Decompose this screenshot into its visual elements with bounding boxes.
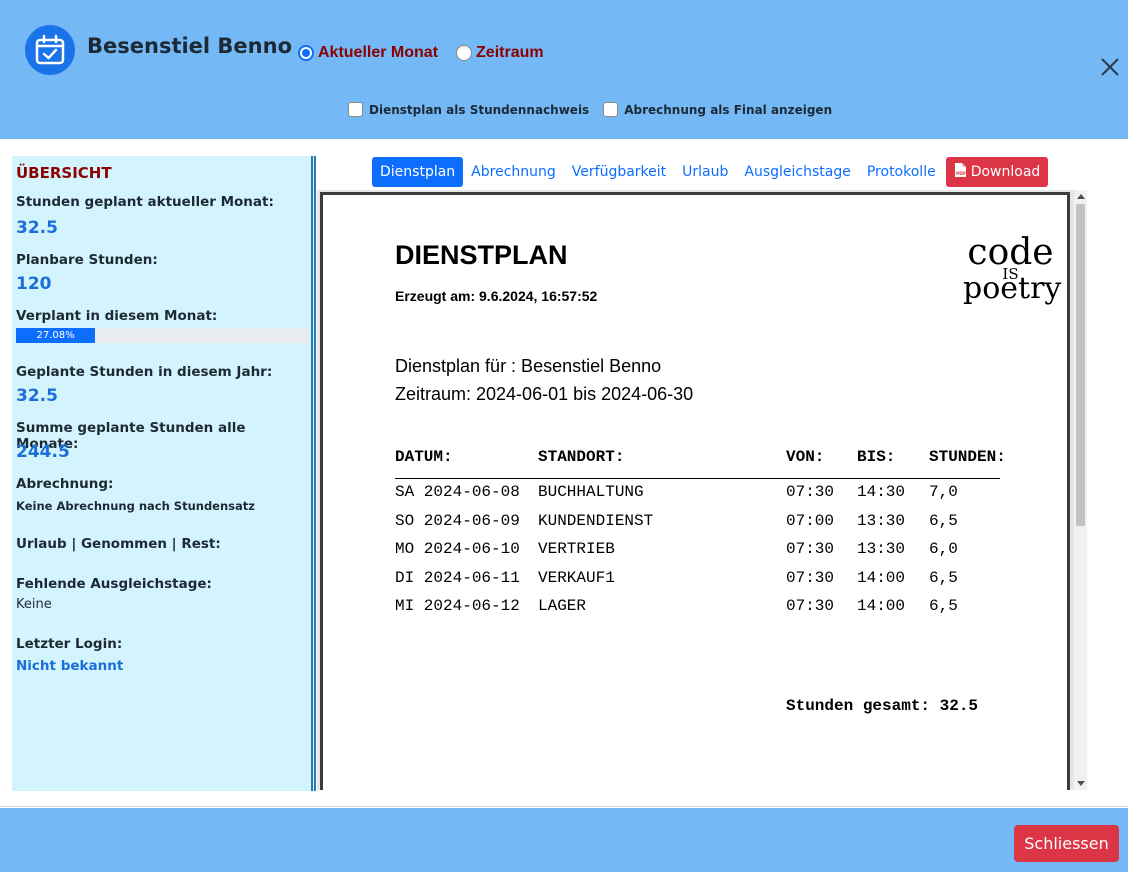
plannable-hours-label: Planbare Stunden: bbox=[16, 252, 158, 268]
table-row-location: VERKAUF1 bbox=[538, 569, 615, 587]
table-row-to: 13:30 bbox=[857, 512, 906, 530]
radio-period[interactable]: Zeitraum bbox=[456, 44, 544, 62]
sum-all-months-value: 244.5 bbox=[16, 442, 70, 462]
planned-year-label: Geplante Stunden in diesem Jahr: bbox=[16, 364, 273, 380]
last-login-value[interactable]: Nicht bekannt bbox=[16, 658, 123, 674]
code-is-poetry-logo: code IS poetry bbox=[963, 232, 1062, 306]
radio-current-month[interactable]: Aktueller Monat bbox=[298, 44, 438, 62]
period-radio-group: Aktueller Monat Zeitraum bbox=[298, 44, 544, 62]
table-row-date: MO 2024-06-10 bbox=[395, 540, 520, 558]
tab-protokolle[interactable]: Protokolle bbox=[859, 157, 944, 187]
table-row-from: 07:30 bbox=[786, 540, 835, 558]
checkbox-billing-final[interactable]: Abrechnung als Final anzeigen bbox=[603, 102, 832, 117]
document-total: Stunden gesamt: 32.5 bbox=[786, 697, 979, 715]
table-row-location: VERTRIEB bbox=[538, 540, 615, 558]
table-row-hours: 6,0 bbox=[929, 540, 958, 558]
tab-bar: Dienstplan Abrechnung Verfügbarkeit Urla… bbox=[372, 157, 1049, 187]
table-row-date: MI 2024-06-12 bbox=[395, 597, 520, 615]
table-row-hours: 6,5 bbox=[929, 597, 958, 615]
hours-planned-current-label: Stunden geplant aktueller Monat: bbox=[16, 194, 274, 210]
scroll-down-icon[interactable] bbox=[1077, 781, 1085, 786]
scrollbar-thumb[interactable] bbox=[1076, 204, 1085, 526]
document-title: DIENSTPLAN bbox=[395, 240, 568, 270]
scroll-up-icon[interactable] bbox=[1077, 194, 1085, 199]
document-plan-for: Dienstplan für : Besenstiel Benno bbox=[395, 356, 662, 376]
planned-progress-bar: 27.08% bbox=[16, 328, 308, 343]
download-label: Download bbox=[970, 164, 1041, 180]
download-button[interactable]: PDF Download bbox=[945, 157, 1049, 187]
table-row-date: SO 2024-06-09 bbox=[395, 512, 520, 530]
table-row-to: 14:00 bbox=[857, 569, 906, 587]
tab-abrechnung[interactable]: Abrechnung bbox=[463, 157, 564, 187]
table-row-to: 14:30 bbox=[857, 483, 906, 501]
radio-period-circle[interactable] bbox=[456, 45, 473, 61]
tab-urlaub[interactable]: Urlaub bbox=[674, 157, 736, 187]
last-login-label: Letzter Login: bbox=[16, 636, 123, 652]
overview-sidebar: ÜBERSICHT Stunden geplant aktueller Mona… bbox=[12, 156, 316, 791]
table-row-date: DI 2024-06-11 bbox=[395, 569, 520, 587]
missing-comp-days-value: Keine bbox=[16, 597, 52, 612]
planned-year-value: 32.5 bbox=[16, 386, 58, 406]
tab-dienstplan[interactable]: Dienstplan bbox=[372, 157, 464, 187]
overview-title: ÜBERSICHT bbox=[16, 164, 112, 182]
viewer-scrollbar[interactable] bbox=[1074, 190, 1087, 790]
table-row-from: 07:30 bbox=[786, 483, 835, 501]
table-row-location: BUCHHALTUNG bbox=[538, 483, 644, 501]
svg-text:PDF: PDF bbox=[956, 171, 966, 177]
checkbox-schedule-as-proof[interactable]: Dienstplan als Stundennachweis bbox=[348, 102, 589, 117]
col-header-location: STANDORT: bbox=[538, 448, 625, 466]
billing-value: Keine Abrechnung nach Stundensatz bbox=[16, 499, 255, 513]
checkbox-billing-final-box[interactable] bbox=[603, 102, 619, 117]
tab-ausgleichstage[interactable]: Ausgleichstage bbox=[736, 157, 858, 187]
document-page: DIENSTPLAN Erzeugt am: 9.6.2024, 16:57:5… bbox=[320, 192, 1070, 790]
table-row-from: 07:30 bbox=[786, 597, 835, 615]
options-checkbox-row: Dienstplan als Stundennachweis Abrechnun… bbox=[348, 102, 832, 117]
table-row-hours: 6,5 bbox=[929, 512, 958, 530]
checkbox-schedule-as-proof-label: Dienstplan als Stundennachweis bbox=[369, 102, 590, 117]
checkbox-billing-final-label: Abrechnung als Final anzeigen bbox=[624, 102, 833, 117]
hours-planned-current-value: 32.5 bbox=[16, 218, 58, 238]
table-row-to: 13:30 bbox=[857, 540, 906, 558]
close-icon[interactable] bbox=[1098, 55, 1122, 79]
footer-divider bbox=[0, 806, 1128, 807]
missing-comp-days-label: Fehlende Ausgleichstage: bbox=[16, 576, 212, 592]
col-header-date: DATUM: bbox=[395, 448, 453, 466]
billing-label: Abrechnung: bbox=[16, 476, 114, 492]
calendar-check-icon bbox=[25, 25, 75, 75]
table-row-date: SA 2024-06-08 bbox=[395, 483, 520, 501]
document-viewer[interactable]: DIENSTPLAN Erzeugt am: 9.6.2024, 16:57:5… bbox=[317, 190, 1087, 790]
radio-current-month-circle[interactable] bbox=[298, 45, 314, 61]
table-row-hours: 7,0 bbox=[929, 483, 958, 501]
radio-current-month-label: Aktueller Monat bbox=[318, 44, 439, 61]
table-header-divider bbox=[395, 478, 1000, 479]
table-row-from: 07:00 bbox=[786, 512, 835, 530]
table-row-location: LAGER bbox=[538, 597, 587, 615]
checkbox-schedule-as-proof-box[interactable] bbox=[348, 102, 363, 117]
user-name: Besenstiel Benno bbox=[87, 34, 293, 58]
document-period: Zeitraum: 2024-06-01 bis 2024-06-30 bbox=[395, 384, 694, 404]
dialog-footer: Schliessen bbox=[0, 808, 1128, 872]
vacation-label: Urlaub | Genommen | Rest: bbox=[16, 536, 221, 552]
document-created: Erzeugt am: 9.6.2024, 16:57:52 bbox=[395, 288, 598, 304]
dialog-header: Besenstiel Benno Aktueller Monat Zeitrau… bbox=[0, 0, 1128, 139]
close-button[interactable]: Schliessen bbox=[1014, 825, 1119, 862]
table-row-to: 14:00 bbox=[857, 597, 906, 615]
tab-verfuegbarkeit[interactable]: Verfügbarkeit bbox=[564, 157, 674, 187]
planned-progress-fill: 27.08% bbox=[16, 328, 96, 343]
col-header-to: BIS: bbox=[857, 448, 896, 466]
table-row-location: KUNDENDIENST bbox=[538, 512, 654, 530]
col-header-from: VON: bbox=[786, 448, 825, 466]
table-row-from: 07:30 bbox=[786, 569, 835, 587]
radio-period-label: Zeitraum bbox=[476, 44, 544, 61]
pdf-file-icon: PDF bbox=[954, 163, 966, 181]
plannable-hours-value: 120 bbox=[16, 274, 52, 294]
table-row-hours: 6,5 bbox=[929, 569, 958, 587]
col-header-hours: STUNDEN: bbox=[929, 448, 1006, 466]
planned-this-month-label: Verplant in diesem Monat: bbox=[16, 308, 218, 324]
